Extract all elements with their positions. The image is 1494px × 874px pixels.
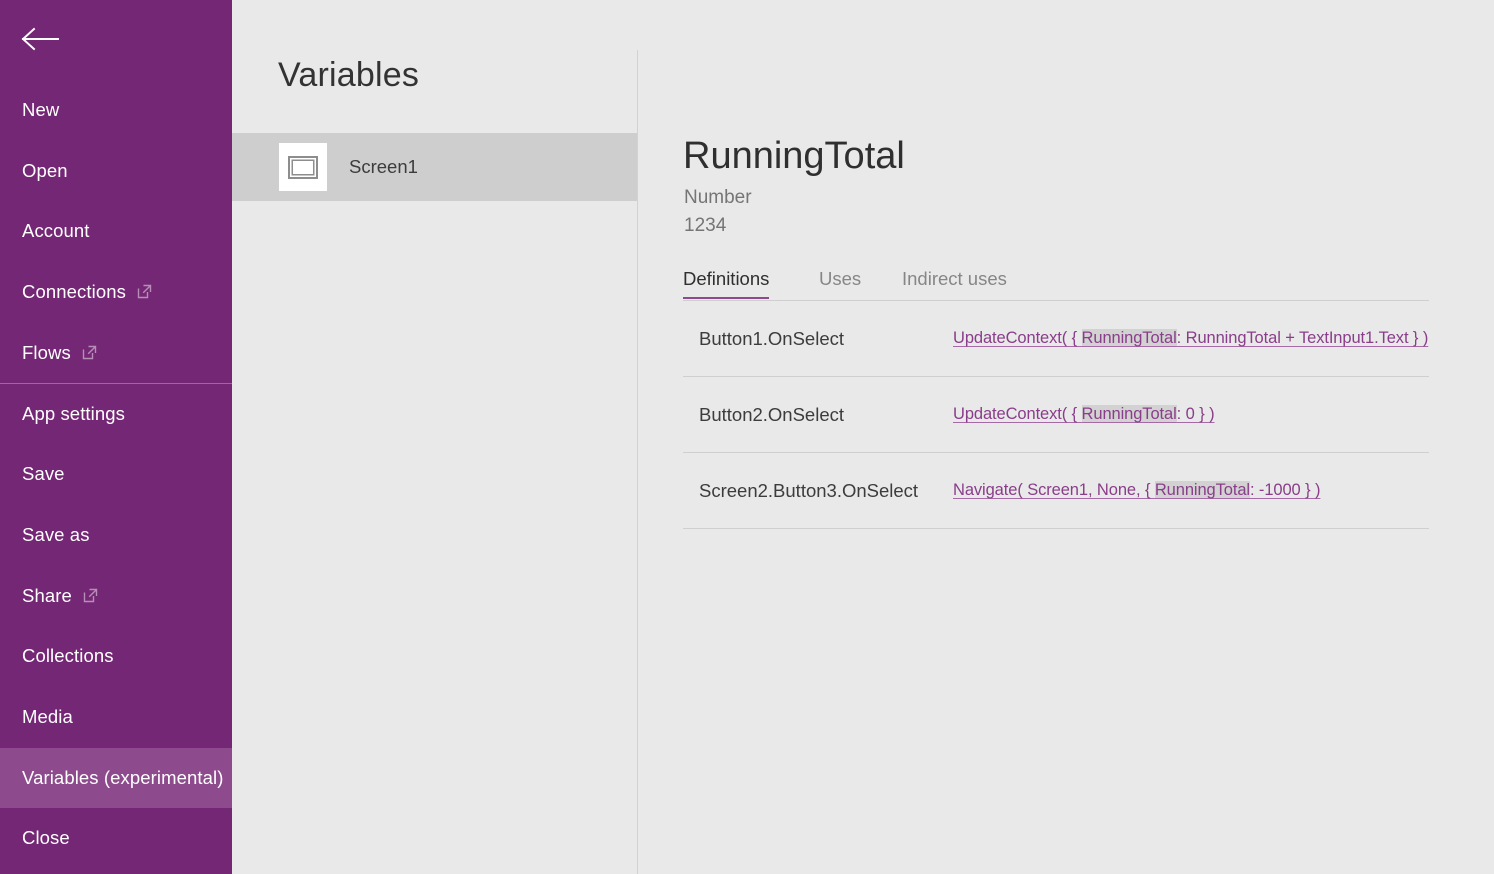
open-external-icon bbox=[83, 586, 98, 608]
back-button[interactable] bbox=[0, 0, 90, 78]
sidebar-item-save[interactable]: Save bbox=[0, 444, 232, 505]
definition-source: Screen2.Button3.OnSelect bbox=[683, 480, 953, 502]
formula-variable-highlight: RunningTotal bbox=[1082, 405, 1177, 423]
sidebar-item-media[interactable]: Media bbox=[0, 687, 232, 748]
formula-variable-highlight: RunningTotal bbox=[1155, 481, 1250, 499]
sidebar-item-label: Collections bbox=[22, 647, 114, 666]
variable-name: RunningTotal bbox=[683, 137, 905, 175]
variables-list-panel: Variables Screen1 bbox=[232, 0, 638, 874]
formula-variable-highlight: RunningTotal bbox=[1082, 329, 1177, 347]
sidebar-item-new[interactable]: New bbox=[0, 80, 232, 141]
screen-thumbnail-icon bbox=[279, 143, 327, 191]
definition-formula-link[interactable]: Navigate( Screen1, None, { RunningTotal:… bbox=[953, 481, 1320, 500]
list-item-screen1[interactable]: Screen1 bbox=[232, 133, 638, 201]
sidebar-item-label: Close bbox=[22, 829, 70, 848]
back-arrow-icon bbox=[20, 26, 60, 52]
sidebar-item-label: Open bbox=[22, 162, 68, 181]
sidebar-item-save-as[interactable]: Save as bbox=[0, 505, 232, 566]
open-external-icon bbox=[137, 282, 152, 304]
sidebar-item-open[interactable]: Open bbox=[0, 141, 232, 202]
sidebar-item-share[interactable]: Share bbox=[0, 566, 232, 627]
sidebar-item-label: Flows bbox=[22, 344, 71, 363]
sidebar-item-close[interactable]: Close bbox=[0, 808, 232, 869]
open-external-icon bbox=[82, 343, 97, 365]
sidebar-item-flows[interactable]: Flows bbox=[0, 323, 232, 384]
definition-source: Button2.OnSelect bbox=[683, 404, 953, 426]
sidebar-item-label: Save as bbox=[22, 526, 90, 545]
table-row: Screen2.Button3.OnSelect Navigate( Scree… bbox=[683, 453, 1429, 529]
definition-formula-link[interactable]: UpdateContext( { RunningTotal: RunningTo… bbox=[953, 329, 1428, 348]
sidebar-item-label: Share bbox=[22, 587, 72, 606]
left-nav-sidebar: New Open Account Connections bbox=[0, 0, 232, 874]
sidebar-item-connections[interactable]: Connections bbox=[0, 262, 232, 323]
tab-definitions[interactable]: Definitions bbox=[683, 270, 769, 299]
sidebar-item-label: Account bbox=[22, 222, 90, 241]
detail-tabs: Definitions Uses Indirect uses bbox=[683, 270, 1429, 301]
sidebar-item-label: Save bbox=[22, 465, 65, 484]
formula-pre: UpdateContext( { bbox=[953, 329, 1082, 347]
table-row: Button1.OnSelect UpdateContext( { Runnin… bbox=[683, 301, 1429, 377]
sidebar-item-account[interactable]: Account bbox=[0, 201, 232, 262]
tab-uses[interactable]: Uses bbox=[819, 270, 861, 297]
list-item-label: Screen1 bbox=[349, 156, 418, 178]
definition-source: Button1.OnSelect bbox=[683, 328, 953, 350]
formula-post: : RunningTotal + TextInput1.Text } ) bbox=[1177, 329, 1429, 347]
definitions-table: Button1.OnSelect UpdateContext( { Runnin… bbox=[683, 301, 1429, 529]
sidebar-item-app-settings[interactable]: App settings bbox=[0, 383, 232, 444]
sidebar-item-label: New bbox=[22, 101, 59, 120]
formula-pre: UpdateContext( { bbox=[953, 405, 1082, 423]
sidebar-item-variables[interactable]: Variables (experimental) bbox=[0, 748, 232, 809]
sidebar-item-label: Variables (experimental) bbox=[22, 769, 224, 788]
formula-post: : -1000 } ) bbox=[1250, 481, 1320, 499]
page-title: Variables bbox=[278, 58, 419, 92]
variable-value: 1234 bbox=[684, 216, 726, 235]
variable-detail-panel: RunningTotal Number 1234 Definitions Use… bbox=[638, 0, 1494, 874]
definition-formula-link[interactable]: UpdateContext( { RunningTotal: 0 } ) bbox=[953, 405, 1215, 424]
sidebar-item-label: Connections bbox=[22, 283, 126, 302]
tab-indirect-uses[interactable]: Indirect uses bbox=[902, 270, 1007, 297]
sidebar-item-collections[interactable]: Collections bbox=[0, 626, 232, 687]
nav-item-list: New Open Account Connections bbox=[0, 80, 232, 869]
sidebar-item-label: App settings bbox=[22, 405, 125, 424]
sidebar-item-label: Media bbox=[22, 708, 73, 727]
variable-type: Number bbox=[684, 188, 752, 207]
app-root: New Open Account Connections bbox=[0, 0, 1494, 874]
formula-post: : 0 } ) bbox=[1177, 405, 1215, 423]
formula-pre: Navigate( Screen1, None, { bbox=[953, 481, 1155, 499]
table-row: Button2.OnSelect UpdateContext( { Runnin… bbox=[683, 377, 1429, 453]
